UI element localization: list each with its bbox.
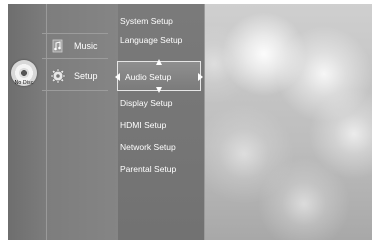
main-menu-item-label: Setup bbox=[74, 71, 98, 81]
disc-column bbox=[8, 4, 46, 240]
divider bbox=[42, 90, 108, 91]
main-menu-item-setup[interactable]: Setup bbox=[42, 65, 108, 87]
background-image bbox=[204, 4, 372, 240]
main-menu-item-music[interactable]: Music bbox=[42, 35, 108, 57]
setup-item-system[interactable]: System Setup bbox=[120, 16, 173, 26]
divider bbox=[42, 58, 108, 59]
divider bbox=[42, 33, 108, 34]
screen: No Disc Music Setup System Setup Languag… bbox=[0, 0, 378, 245]
setup-item-network[interactable]: Network Setup bbox=[120, 142, 176, 152]
setup-item-hdmi[interactable]: HDMI Setup bbox=[120, 120, 166, 130]
gear-icon bbox=[50, 68, 66, 84]
setup-item-language[interactable]: Language Setup bbox=[120, 35, 182, 45]
music-note-icon bbox=[50, 38, 66, 54]
setup-item-display[interactable]: Display Setup bbox=[120, 98, 172, 108]
setup-item-audio[interactable]: Audio Setup bbox=[125, 72, 171, 82]
setup-item-parental[interactable]: Parental Setup bbox=[120, 164, 176, 174]
disc-status-label: No Disc bbox=[14, 80, 34, 86]
main-menu-item-label: Music bbox=[74, 41, 98, 51]
